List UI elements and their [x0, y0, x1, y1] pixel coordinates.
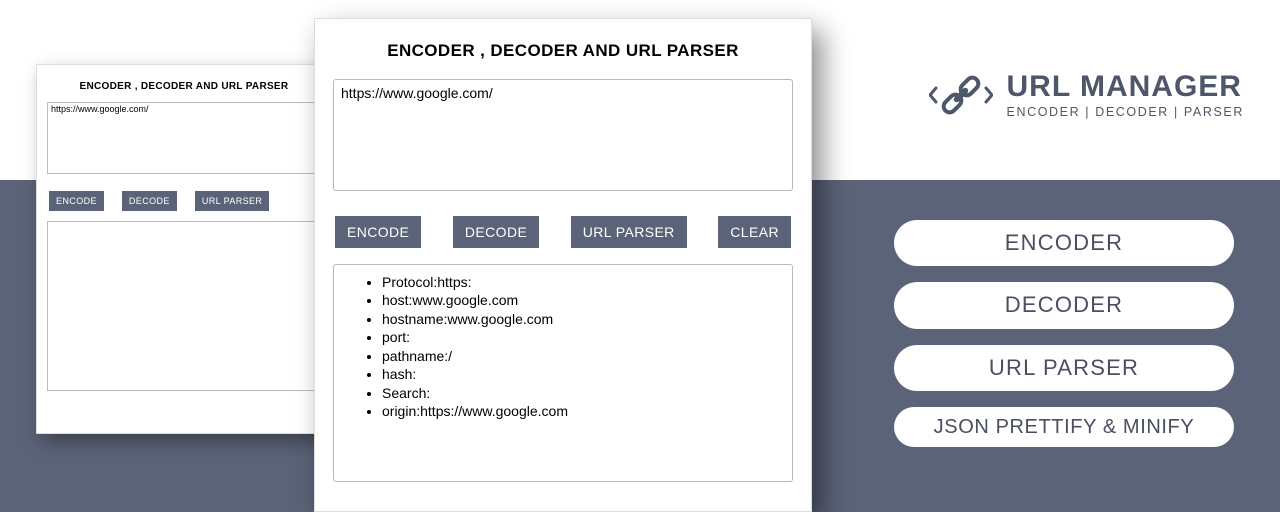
- pill-decoder: DECODER: [894, 282, 1234, 328]
- button-row: ENCODE DECODE URL PARSER: [49, 191, 321, 211]
- brand-block: URL MANAGER ENCODER | DECODER | PARSER: [929, 60, 1244, 130]
- logo-icon: [929, 60, 993, 130]
- decode-button[interactable]: DECODE: [453, 216, 539, 248]
- list-item: Protocol:https:: [382, 273, 786, 291]
- card-title: ENCODER , DECODER AND URL PARSER: [333, 41, 793, 61]
- clear-button[interactable]: CLEAR: [718, 216, 791, 248]
- output-box: [47, 221, 321, 391]
- encode-button[interactable]: ENCODE: [335, 216, 421, 248]
- url-parser-button[interactable]: URL PARSER: [571, 216, 687, 248]
- parsed-list: Protocol:https: host:www.google.com host…: [340, 273, 786, 421]
- list-item: origin:https://www.google.com: [382, 402, 786, 420]
- pill-encoder: ENCODER: [894, 220, 1234, 266]
- pill-url-parser: URL PARSER: [894, 345, 1234, 391]
- list-item: hash:: [382, 365, 786, 383]
- small-preview-card: ENCODER , DECODER AND URL PARSER ENCODE …: [36, 64, 332, 434]
- main-card: ENCODER , DECODER AND URL PARSER ENCODE …: [314, 18, 812, 512]
- list-item: port:: [382, 328, 786, 346]
- brand-text: URL MANAGER ENCODER | DECODER | PARSER: [1007, 71, 1244, 119]
- url-input[interactable]: [333, 79, 793, 191]
- brand-tagline: ENCODER | DECODER | PARSER: [1007, 105, 1244, 119]
- url-parser-button[interactable]: URL PARSER: [195, 191, 270, 211]
- list-item: hostname:www.google.com: [382, 310, 786, 328]
- decode-button[interactable]: DECODE: [122, 191, 177, 211]
- list-item: pathname:/: [382, 347, 786, 365]
- list-item: Search:: [382, 384, 786, 402]
- card-title: ENCODER , DECODER AND URL PARSER: [47, 81, 321, 92]
- output-box: Protocol:https: host:www.google.com host…: [333, 264, 793, 482]
- encode-button[interactable]: ENCODE: [49, 191, 104, 211]
- url-input[interactable]: [47, 102, 321, 174]
- list-item: host:www.google.com: [382, 291, 786, 309]
- button-row: ENCODE DECODE URL PARSER CLEAR: [335, 216, 791, 248]
- brand-name: URL MANAGER: [1007, 71, 1244, 103]
- pill-json: JSON PRETTIFY & MINIFY: [894, 407, 1234, 447]
- feature-pill-list: ENCODER DECODER URL PARSER JSON PRETTIFY…: [894, 220, 1234, 447]
